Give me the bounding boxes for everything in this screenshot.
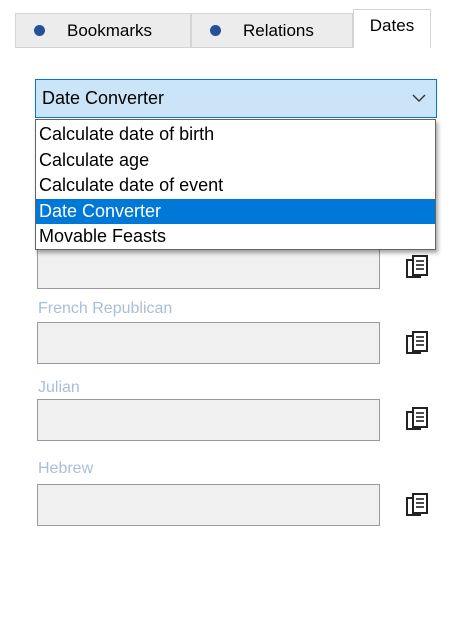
tool-select-combobox[interactable]: Date Converter: [35, 79, 437, 118]
dropdown-item-calculate-age[interactable]: Calculate age: [36, 148, 435, 174]
chevron-down-icon[interactable]: [402, 80, 436, 117]
copy-icon[interactable]: [404, 492, 432, 520]
field-label-julian: Julian: [38, 379, 80, 396]
combobox-value: Date Converter: [42, 88, 165, 108]
bullet-dot-icon: [34, 25, 45, 36]
date-field-1[interactable]: [37, 247, 380, 289]
dropdown-item-date-converter[interactable]: Date Converter: [36, 198, 435, 224]
field-label-french-republican: French Republican: [38, 300, 173, 317]
copy-icon[interactable]: [404, 254, 432, 282]
combobox-dropdown-list: Calculate date of birth Calculate age Ca…: [35, 119, 436, 250]
tab-label: Bookmarks: [67, 20, 153, 40]
julian-field[interactable]: [37, 399, 380, 441]
tab-relations[interactable]: Relations: [191, 13, 353, 47]
bullet-dot-icon: [210, 25, 221, 36]
dropdown-item-calculate-date-of-event[interactable]: Calculate date of event: [36, 173, 435, 199]
tab-strip: Bookmarks Relations Dates: [15, 9, 431, 48]
tab-dates[interactable]: Dates: [353, 9, 431, 48]
french-republican-field[interactable]: [37, 322, 380, 364]
field-label-hebrew: Hebrew: [38, 460, 94, 477]
hebrew-field[interactable]: [37, 484, 380, 526]
tab-label: Dates: [369, 16, 415, 35]
tab-bookmarks[interactable]: Bookmarks: [15, 13, 191, 47]
copy-icon[interactable]: [404, 330, 432, 358]
dropdown-item-movable-feasts[interactable]: Movable Feasts: [36, 224, 435, 250]
copy-icon[interactable]: [404, 406, 432, 434]
dropdown-item-calculate-date-of-birth[interactable]: Calculate date of birth: [36, 122, 435, 148]
tab-label: Relations: [243, 20, 314, 40]
